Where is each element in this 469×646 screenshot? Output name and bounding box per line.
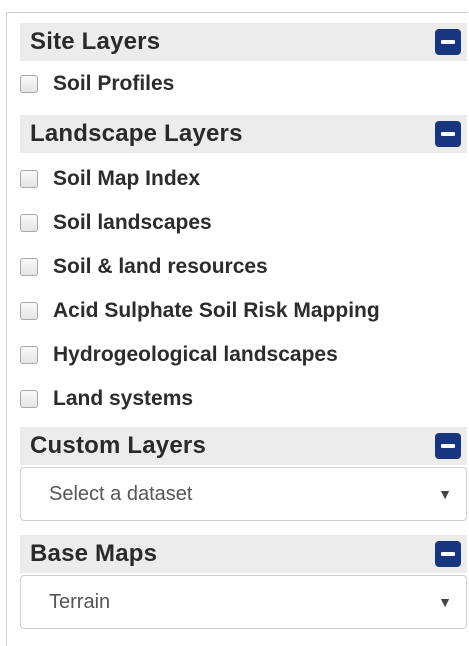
caret-down-icon: ▼ [438,486,452,502]
site-layers-header: Site Layers [20,23,467,61]
minus-icon [441,40,455,44]
layer-label: Soil Profiles [53,72,175,95]
layer-label: Soil landscapes [53,211,212,234]
layer-item-soil-landscapes[interactable]: Soil landscapes [20,201,467,245]
layer-item-soil-map-index[interactable]: Soil Map Index [20,157,467,201]
layer-item-soil-land-resources[interactable]: Soil & land resources [20,245,467,289]
custom-layers-header: Custom Layers [20,427,467,465]
site-layers-list: Soil Profiles [20,61,467,107]
layer-label: Hydrogeological landscapes [53,343,338,366]
checkbox-land-systems[interactable] [20,390,38,408]
layer-label: Soil & land resources [53,255,268,278]
base-maps-section: Base Maps Terrain ▼ [20,535,467,629]
landscape-layers-title: Landscape Layers [30,120,243,147]
minus-icon [441,552,455,556]
checkbox-soil-map-index[interactable] [20,170,38,188]
custom-layers-dataset-select[interactable]: Select a dataset ▼ [20,467,467,521]
layers-panel: Site Layers Soil Profiles Landscape Laye… [6,12,468,646]
select-value: Select a dataset [49,482,193,505]
base-maps-collapse-button[interactable] [435,541,461,567]
landscape-layers-section: Landscape Layers Soil Map Index Soil lan… [20,115,467,421]
site-layers-title: Site Layers [30,28,161,55]
landscape-layers-list: Soil Map Index Soil landscapes Soil & la… [20,157,467,421]
layer-item-acid-sulphate[interactable]: Acid Sulphate Soil Risk Mapping [20,289,467,333]
checkbox-soil-profiles[interactable] [20,75,38,93]
landscape-layers-collapse-button[interactable] [435,121,461,147]
layer-label: Land systems [53,387,194,410]
custom-layers-title: Custom Layers [30,432,206,459]
custom-layers-section: Custom Layers Select a dataset ▼ [20,427,467,521]
base-maps-select[interactable]: Terrain ▼ [20,575,467,629]
site-layers-collapse-button[interactable] [435,29,461,55]
site-layers-section: Site Layers Soil Profiles [20,23,467,107]
checkbox-soil-land-resources[interactable] [20,258,38,276]
custom-layers-collapse-button[interactable] [435,433,461,459]
minus-icon [441,444,455,448]
base-maps-header: Base Maps [20,535,467,573]
layer-label: Acid Sulphate Soil Risk Mapping [53,299,380,322]
select-value: Terrain [49,590,111,613]
layer-label: Soil Map Index [53,167,201,190]
base-maps-title: Base Maps [30,540,158,567]
checkbox-acid-sulphate[interactable] [20,302,38,320]
layer-item-soil-profiles[interactable]: Soil Profiles [20,61,467,107]
layer-item-hydrogeological[interactable]: Hydrogeological landscapes [20,333,467,377]
minus-icon [441,132,455,136]
checkbox-soil-landscapes[interactable] [20,214,38,232]
checkbox-hydrogeological[interactable] [20,346,38,364]
layer-item-land-systems[interactable]: Land systems [20,377,467,421]
caret-down-icon: ▼ [438,594,452,610]
landscape-layers-header: Landscape Layers [20,115,467,153]
